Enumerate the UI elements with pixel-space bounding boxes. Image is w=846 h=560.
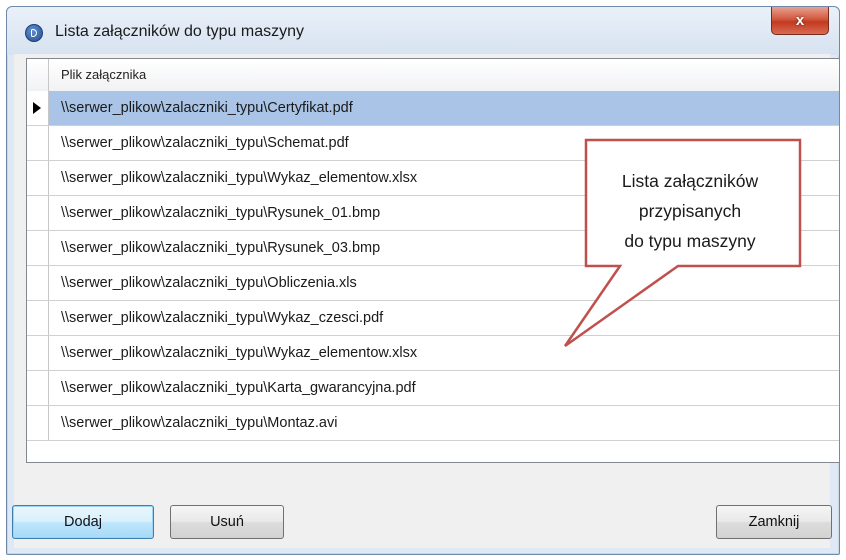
close-icon: x <box>795 12 805 29</box>
grid-corner-cell[interactable] <box>27 59 49 91</box>
grid-rows: \\serwer_plikow\zalaczniki_typu\Certyfik… <box>27 91 839 441</box>
callout-line-2: przypisanych <box>638 201 742 221</box>
row-header-cell[interactable] <box>27 126 49 160</box>
attachment-file-cell[interactable]: \\serwer_plikow\zalaczniki_typu\Wykaz_el… <box>49 336 839 370</box>
title-bar[interactable]: Lista załączników do typu maszyny x <box>7 7 839 55</box>
table-row[interactable]: \\serwer_plikow\zalaczniki_typu\Karta_gw… <box>27 371 839 406</box>
close-button[interactable]: Zamknij <box>716 505 832 539</box>
app-logo-icon <box>25 24 43 42</box>
window-title: Lista załączników do typu maszyny <box>55 23 304 40</box>
row-header-cell[interactable] <box>27 231 49 265</box>
attachment-file-cell[interactable]: \\serwer_plikow\zalaczniki_typu\Montaz.a… <box>49 406 839 440</box>
attachment-file-cell[interactable]: \\serwer_plikow\zalaczniki_typu\Obliczen… <box>49 266 839 300</box>
add-button[interactable]: Dodaj <box>12 505 154 539</box>
remove-button[interactable]: Usuń <box>170 505 284 539</box>
row-header-cell[interactable] <box>27 196 49 230</box>
table-row[interactable]: \\serwer_plikow\zalaczniki_typu\Obliczen… <box>27 266 839 301</box>
attachment-file-cell[interactable]: \\serwer_plikow\zalaczniki_typu\Certyfik… <box>49 91 839 125</box>
attachment-file-cell[interactable]: \\serwer_plikow\zalaczniki_typu\Schemat.… <box>49 126 839 160</box>
close-window-button[interactable]: x <box>771 7 829 35</box>
current-row-pointer-icon <box>33 102 41 114</box>
table-row[interactable]: \\serwer_plikow\zalaczniki_typu\Montaz.a… <box>27 406 839 441</box>
row-header-cell[interactable] <box>27 336 49 370</box>
table-row[interactable]: \\serwer_plikow\zalaczniki_typu\Schemat.… <box>27 126 839 161</box>
row-header-cell[interactable] <box>27 161 49 195</box>
row-header-cell[interactable] <box>27 266 49 300</box>
attachments-grid[interactable]: Plik załącznika \\serwer_plikow\zalaczni… <box>26 58 840 463</box>
row-header-cell[interactable] <box>27 371 49 405</box>
callout-text: Lista załączników przypisanych do typu m… <box>586 166 794 256</box>
callout-line-3: do typu maszyny <box>624 231 756 251</box>
callout-line-1: Lista załączników <box>621 171 759 191</box>
table-row[interactable]: \\serwer_plikow\zalaczniki_typu\Certyfik… <box>27 91 839 126</box>
attachment-file-cell[interactable]: \\serwer_plikow\zalaczniki_typu\Wykaz_cz… <box>49 301 839 335</box>
row-header-cell[interactable] <box>27 301 49 335</box>
grid-header: Plik załącznika <box>27 59 839 92</box>
row-header-cell[interactable] <box>27 406 49 440</box>
column-header-attachment-file[interactable]: Plik załącznika <box>49 59 839 91</box>
row-header-cell[interactable] <box>27 91 49 125</box>
table-row[interactable]: \\serwer_plikow\zalaczniki_typu\Wykaz_el… <box>27 336 839 371</box>
table-row[interactable]: \\serwer_plikow\zalaczniki_typu\Wykaz_cz… <box>27 301 839 336</box>
attachment-file-cell[interactable]: \\serwer_plikow\zalaczniki_typu\Karta_gw… <box>49 371 839 405</box>
